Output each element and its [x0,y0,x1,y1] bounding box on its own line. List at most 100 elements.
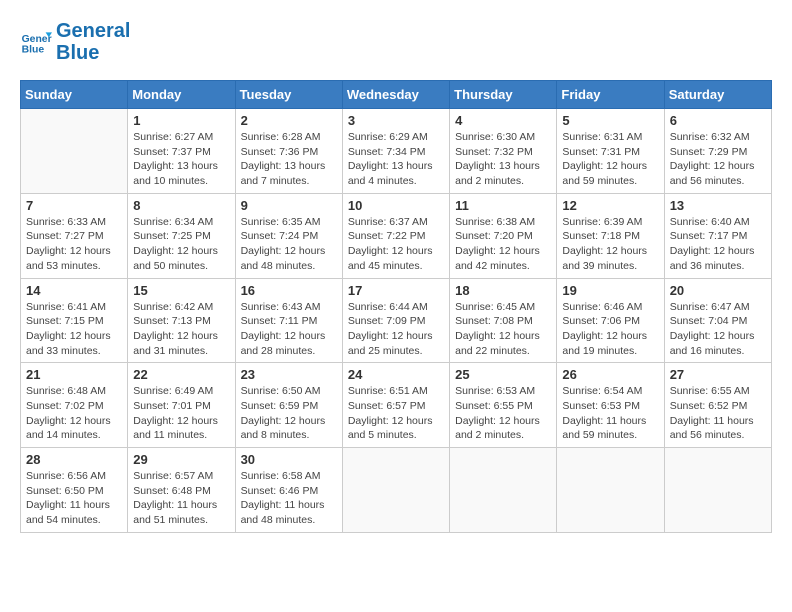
day-info: Sunrise: 6:57 AMSunset: 6:48 PMDaylight:… [133,469,229,528]
day-info: Sunrise: 6:58 AMSunset: 6:46 PMDaylight:… [241,469,337,528]
day-number: 14 [26,283,122,298]
day-info: Sunrise: 6:35 AMSunset: 7:24 PMDaylight:… [241,215,337,274]
day-number: 9 [241,198,337,213]
calendar-cell: 17 Sunrise: 6:44 AMSunset: 7:09 PMDayligh… [342,278,449,363]
day-number: 22 [133,367,229,382]
calendar-cell [342,448,449,533]
calendar-cell: 3 Sunrise: 6:29 AMSunset: 7:34 PMDaylight… [342,109,449,194]
day-info: Sunrise: 6:47 AMSunset: 7:04 PMDaylight:… [670,300,766,359]
calendar-cell: 2Sunrise: 6:28 AMSunset: 7:36 PMDaylight… [235,109,342,194]
calendar-cell: 10 Sunrise: 6:37 AMSunset: 7:22 PMDayligh… [342,193,449,278]
calendar-cell: 27 Sunrise: 6:55 AMSunset: 6:52 PMDayligh… [664,363,771,448]
day-info: Sunrise: 6:48 AMSunset: 7:02 PMDaylight:… [26,384,122,443]
weekday-header-saturday: Saturday [664,81,771,109]
day-info: Sunrise: 6:30 AMSunset: 7:32 PMDaylight:… [455,130,551,189]
calendar-cell: 16 Sunrise: 6:43 AMSunset: 7:11 PMDayligh… [235,278,342,363]
day-info: Sunrise: 6:53 AMSunset: 6:55 PMDaylight:… [455,384,551,443]
weekday-header-thursday: Thursday [450,81,557,109]
logo: General Blue GeneralBlue [20,20,130,64]
calendar-cell: 4 Sunrise: 6:30 AMSunset: 7:32 PMDaylight… [450,109,557,194]
calendar-cell: 22 Sunrise: 6:49 AMSunset: 7:01 PMDayligh… [128,363,235,448]
day-number: 13 [670,198,766,213]
day-info: Sunrise: 6:33 AMSunset: 7:27 PMDaylight:… [26,215,122,274]
day-number: 17 [348,283,444,298]
day-info: Sunrise: 6:31 AMSunset: 7:31 PMDaylight:… [562,130,658,189]
day-number: 15 [133,283,229,298]
page-header: General Blue GeneralBlue [20,20,772,64]
day-number: 4 [455,113,551,128]
day-number: 11 [455,198,551,213]
calendar-cell: 13 Sunrise: 6:40 AMSunset: 7:17 PMDayligh… [664,193,771,278]
day-info: Sunrise: 6:41 AMSunset: 7:15 PMDaylight:… [26,300,122,359]
calendar-table: SundayMondayTuesdayWednesdayThursdayFrid… [20,80,772,533]
day-number: 12 [562,198,658,213]
day-info: Sunrise: 6:42 AMSunset: 7:13 PMDaylight:… [133,300,229,359]
calendar-cell: 28 Sunrise: 6:56 AMSunset: 6:50 PMDayligh… [21,448,128,533]
day-number: 28 [26,452,122,467]
day-number: 25 [455,367,551,382]
day-info: Sunrise: 6:56 AMSunset: 6:50 PMDaylight:… [26,469,122,528]
weekday-header-friday: Friday [557,81,664,109]
calendar-cell: 8 Sunrise: 6:34 AMSunset: 7:25 PMDaylight… [128,193,235,278]
day-number: 30 [241,452,337,467]
day-info: Sunrise: 6:37 AMSunset: 7:22 PMDaylight:… [348,215,444,274]
day-info: Sunrise: 6:40 AMSunset: 7:17 PMDaylight:… [670,215,766,274]
day-number: 5 [562,113,658,128]
calendar-cell: 7Sunrise: 6:33 AMSunset: 7:27 PMDaylight… [21,193,128,278]
calendar-cell: 23 Sunrise: 6:50 AMSunset: 6:59 PMDayligh… [235,363,342,448]
day-number: 19 [562,283,658,298]
calendar-cell: 12 Sunrise: 6:39 AMSunset: 7:18 PMDayligh… [557,193,664,278]
day-number: 16 [241,283,337,298]
day-info: Sunrise: 6:44 AMSunset: 7:09 PMDaylight:… [348,300,444,359]
calendar-cell: 9 Sunrise: 6:35 AMSunset: 7:24 PMDaylight… [235,193,342,278]
day-info: Sunrise: 6:46 AMSunset: 7:06 PMDaylight:… [562,300,658,359]
calendar-cell: 20 Sunrise: 6:47 AMSunset: 7:04 PMDayligh… [664,278,771,363]
svg-text:General: General [22,34,52,45]
day-number: 10 [348,198,444,213]
calendar-cell [21,109,128,194]
calendar-cell: 26Sunrise: 6:54 AMSunset: 6:53 PMDayligh… [557,363,664,448]
day-number: 24 [348,367,444,382]
day-info: Sunrise: 6:34 AMSunset: 7:25 PMDaylight:… [133,215,229,274]
day-info: Sunrise: 6:43 AMSunset: 7:11 PMDaylight:… [241,300,337,359]
day-info: Sunrise: 6:29 AMSunset: 7:34 PMDaylight:… [348,130,444,189]
day-number: 21 [26,367,122,382]
day-info: Sunrise: 6:32 AMSunset: 7:29 PMDaylight:… [670,130,766,189]
calendar-cell: 5 Sunrise: 6:31 AMSunset: 7:31 PMDaylight… [557,109,664,194]
svg-text:Blue: Blue [22,44,45,55]
day-number: 8 [133,198,229,213]
day-info: Sunrise: 6:38 AMSunset: 7:20 PMDaylight:… [455,215,551,274]
day-number: 20 [670,283,766,298]
calendar-week-row: 1Sunrise: 6:27 AMSunset: 7:37 PMDaylight… [21,109,772,194]
day-number: 27 [670,367,766,382]
day-info: Sunrise: 6:39 AMSunset: 7:18 PMDaylight:… [562,215,658,274]
calendar-cell: 15 Sunrise: 6:42 AMSunset: 7:13 PMDayligh… [128,278,235,363]
weekday-header-tuesday: Tuesday [235,81,342,109]
calendar-cell: 30 Sunrise: 6:58 AMSunset: 6:46 PMDayligh… [235,448,342,533]
calendar-cell: 6 Sunrise: 6:32 AMSunset: 7:29 PMDaylight… [664,109,771,194]
weekday-header-wednesday: Wednesday [342,81,449,109]
day-number: 23 [241,367,337,382]
day-number: 6 [670,113,766,128]
calendar-week-row: 14 Sunrise: 6:41 AMSunset: 7:15 PMDayligh… [21,278,772,363]
day-info: Sunrise: 6:55 AMSunset: 6:52 PMDaylight:… [670,384,766,443]
calendar-cell [557,448,664,533]
calendar-cell [450,448,557,533]
logo-icon: General Blue [20,26,52,58]
calendar-cell [664,448,771,533]
calendar-cell: 1Sunrise: 6:27 AMSunset: 7:37 PMDaylight… [128,109,235,194]
weekday-header-sunday: Sunday [21,81,128,109]
day-info: Sunrise: 6:49 AMSunset: 7:01 PMDaylight:… [133,384,229,443]
day-number: 26 [562,367,658,382]
logo-text: GeneralBlue [56,20,130,64]
day-number: 18 [455,283,551,298]
calendar-week-row: 28 Sunrise: 6:56 AMSunset: 6:50 PMDayligh… [21,448,772,533]
day-number: 3 [348,113,444,128]
day-number: 29 [133,452,229,467]
calendar-cell: 18Sunrise: 6:45 AMSunset: 7:08 PMDayligh… [450,278,557,363]
calendar-cell: 25 Sunrise: 6:53 AMSunset: 6:55 PMDayligh… [450,363,557,448]
calendar-cell: 29 Sunrise: 6:57 AMSunset: 6:48 PMDayligh… [128,448,235,533]
day-number: 2 [241,113,337,128]
day-info: Sunrise: 6:27 AMSunset: 7:37 PMDaylight:… [133,130,229,189]
day-info: Sunrise: 6:50 AMSunset: 6:59 PMDaylight:… [241,384,337,443]
